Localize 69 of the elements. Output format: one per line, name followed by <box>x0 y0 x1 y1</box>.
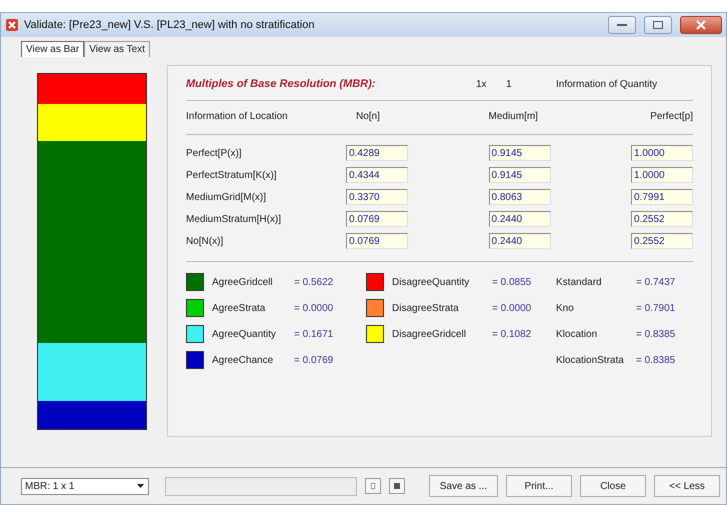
legend-label: DisagreeStrata <box>392 302 460 314</box>
footer-button[interactable]: Print... <box>506 475 572 497</box>
row-label: MediumStratum[H(x)] <box>186 214 282 224</box>
value-field[interactable]: 0.2440 <box>488 233 550 249</box>
value-field[interactable]: 0.9145 <box>488 145 550 161</box>
value-field[interactable]: 1.0000 <box>631 145 693 161</box>
mbr-x-value: 1x <box>476 78 488 90</box>
statistic-value: = 0.8385 <box>636 354 676 366</box>
footer-button[interactable]: Save as ... <box>428 475 498 497</box>
statistic-label: Klocation <box>556 328 598 340</box>
legend-value: = 0.5622 <box>294 276 334 288</box>
tab[interactable]: View as Text <box>84 41 150 57</box>
app-icon <box>5 18 19 32</box>
legend-value: = 0.0769 <box>294 354 334 366</box>
statistic-value: = 0.7901 <box>636 302 676 314</box>
legend-value: = 0.0000 <box>294 302 334 314</box>
value-field[interactable]: 0.3370 <box>346 189 408 205</box>
value-field[interactable]: 0.0769 <box>346 233 408 249</box>
column-header: Perfect[p] <box>631 111 693 135</box>
statistic-label: KlocationStrata <box>556 354 625 366</box>
value-field[interactable]: 0.9145 <box>488 167 550 183</box>
footer-button[interactable]: Close <box>580 475 646 497</box>
tab[interactable]: View as Bar <box>21 41 84 57</box>
statistic-value: = 0.8385 <box>636 328 676 340</box>
statistic-label: Kno <box>556 302 575 314</box>
maximize-button[interactable] <box>644 16 672 34</box>
close-button[interactable] <box>680 16 722 34</box>
legend-value: = 0.1082 <box>492 328 532 340</box>
legend-label: AgreeChance <box>212 354 274 366</box>
mbr-y-value: 1 <box>506 78 513 90</box>
footer-button[interactable]: << Less <box>654 475 720 497</box>
value-field[interactable]: 0.7991 <box>631 189 693 205</box>
maximize-icon <box>653 21 663 29</box>
quantity-label: Information of Quantity <box>556 78 658 90</box>
location-label: Information of Location <box>186 111 346 135</box>
row-label: PerfectStratum[K(x)] <box>186 170 278 180</box>
dropdown-arrow-icon <box>137 484 144 488</box>
legend-value: = 0.0000 <box>492 302 532 314</box>
statistic-value: = 0.7437 <box>636 276 676 288</box>
row-label: MediumGrid[M(x)] <box>186 192 268 202</box>
legend-label: DisagreeQuantity <box>392 276 470 288</box>
legend-value: = 0.0855 <box>492 276 532 288</box>
value-field[interactable]: 1.0000 <box>631 167 693 183</box>
mbr-select[interactable]: MBR: 1 x 1 <box>21 478 149 494</box>
mbr-label: Multiples of Base Resolution (MBR): <box>186 78 376 90</box>
column-header: Medium[m] <box>488 111 631 135</box>
value-field[interactable]: 0.8063 <box>488 189 550 205</box>
row-label: Perfect[P(x)] <box>186 148 243 158</box>
value-field[interactable]: 0.2552 <box>631 233 693 249</box>
value-field[interactable]: 0.2440 <box>488 211 550 227</box>
value-field[interactable]: 0.4289 <box>346 145 408 161</box>
statistic-label: Kstandard <box>556 276 603 288</box>
legend-label: AgreeQuantity <box>212 328 277 340</box>
value-field[interactable]: 0.4344 <box>346 167 408 183</box>
close-icon <box>696 20 706 30</box>
minimize-icon <box>617 23 627 27</box>
square-icon <box>394 483 400 489</box>
row-label: No[N(x)] <box>186 236 224 246</box>
value-field[interactable]: 0.0769 <box>346 211 408 227</box>
small-square-button[interactable] <box>388 478 405 494</box>
column-header: No[n] <box>346 111 488 135</box>
legend-label: AgreeStrata <box>212 302 266 314</box>
value-field[interactable]: 0.2552 <box>631 211 693 227</box>
legend-label: AgreeGridcell <box>212 276 274 288</box>
legend-value: = 0.1671 <box>294 328 334 340</box>
window-title: Validate: [Pre23_new] V.S. [PL23_new] with no stratification <box>24 19 316 31</box>
legend-label: DisagreeGridcell <box>392 328 467 340</box>
minimize-button[interactable] <box>608 16 636 34</box>
small-square-button[interactable] <box>364 478 381 494</box>
